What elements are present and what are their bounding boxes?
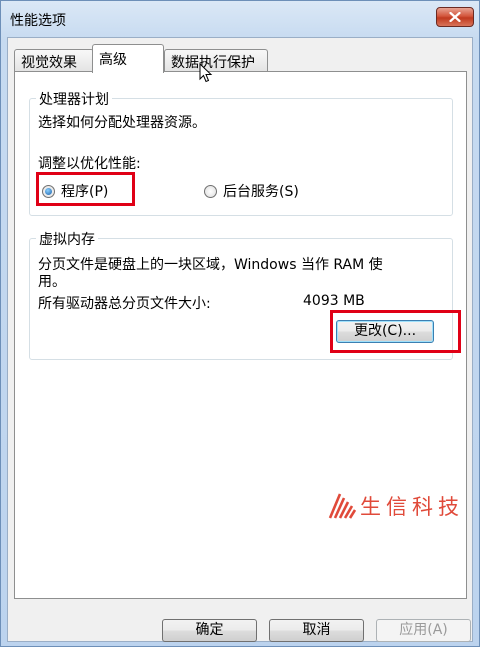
processor-description: 选择如何分配处理器资源。 xyxy=(38,115,206,131)
group-title: 处理器计划 xyxy=(36,89,112,109)
close-icon xyxy=(449,12,461,22)
adjust-label: 调整以优化性能: xyxy=(38,156,141,172)
tab-label: 高级 xyxy=(99,52,127,68)
tab-data-execution-prevention[interactable]: 数据执行保护 xyxy=(164,49,268,72)
cancel-button[interactable]: 取消 xyxy=(269,619,364,642)
title-bar[interactable]: 性能选项 xyxy=(1,1,479,37)
apply-button[interactable]: 应用(A) xyxy=(376,619,471,642)
ok-button[interactable]: 确定 xyxy=(162,619,257,642)
tab-label: 数据执行保护 xyxy=(171,55,255,71)
watermark-logo-icon xyxy=(328,493,356,519)
close-button[interactable] xyxy=(436,7,474,27)
performance-options-window: 性能选项 视觉效果 高级 数据执行保护 处理器计划 选择如何分配处理器资源。 调… xyxy=(0,0,480,647)
window-title: 性能选项 xyxy=(10,13,66,29)
dialog-client-area: 视觉效果 高级 数据执行保护 处理器计划 选择如何分配处理器资源。 调整以优化性… xyxy=(7,37,473,642)
watermark-text: 生信科技 xyxy=(360,495,464,519)
virtual-memory-description: 分页文件是硬盘上的一块区域，Windows 当作 RAM 使 xyxy=(38,257,383,273)
radio-button[interactable] xyxy=(204,184,217,198)
total-paging-size-label: 所有驱动器总分页文件大小: xyxy=(38,296,211,312)
tab-label: 视觉效果 xyxy=(21,55,77,71)
highlight-box-programs xyxy=(36,172,135,206)
tab-advanced[interactable]: 高级 xyxy=(92,44,164,73)
group-title: 虚拟内存 xyxy=(36,229,98,249)
mouse-cursor-icon xyxy=(199,63,213,83)
total-paging-size-value: 4093 MB xyxy=(303,293,365,309)
radio-background-services[interactable]: 后台服务(S) xyxy=(204,181,299,201)
watermark: 生信科技 xyxy=(328,491,464,521)
tab-visual-effects[interactable]: 视觉效果 xyxy=(14,49,94,72)
radio-label: 后台服务(S) xyxy=(223,184,299,200)
highlight-box-change xyxy=(330,310,461,353)
virtual-memory-description-cont: 用。 xyxy=(38,274,66,290)
